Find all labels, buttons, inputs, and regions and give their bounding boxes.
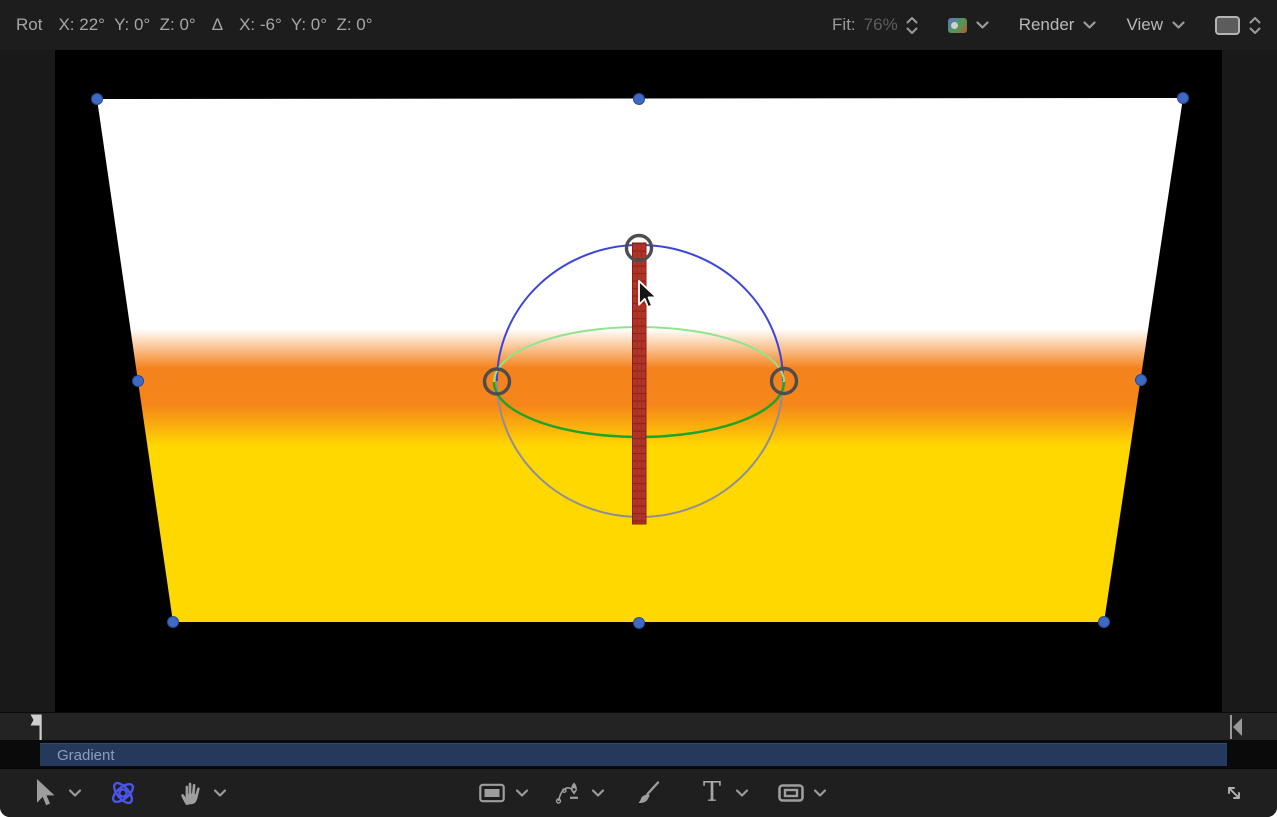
chevron-down-icon <box>516 789 529 798</box>
select-arrow-tool[interactable] <box>34 769 56 817</box>
rectangle-mask-tool[interactable] <box>778 769 805 817</box>
chevron-down-icon <box>592 789 605 798</box>
rotation-label: Rot <box>16 15 42 35</box>
select-arrow-icon <box>34 778 56 808</box>
canvas-status-bar: Rot X: 22° Y: 0° Z: 0° Δ X: -6° Y: 0° Z:… <box>0 0 1277 50</box>
canvas-toolbar: T <box>0 768 1277 817</box>
handle-bottom-center[interactable] <box>634 618 645 629</box>
handle-bottom-left[interactable] <box>168 617 179 628</box>
pan-hand-tool[interactable] <box>178 769 202 817</box>
text-tool[interactable]: T <box>703 769 721 817</box>
mask-tool-dropdown[interactable] <box>814 769 827 817</box>
zoom-level-control[interactable]: Fit: 76% <box>832 15 918 35</box>
rotation-readout: Rot X: 22° Y: 0° Z: 0° Δ X: -6° Y: 0° Z:… <box>16 15 373 35</box>
motion-canvas-window: Rot X: 22° Y: 0° Z: 0° Δ X: -6° Y: 0° Z:… <box>0 0 1277 817</box>
chevron-down-icon <box>1083 21 1096 30</box>
paintbrush-icon <box>635 780 661 806</box>
render-menu[interactable]: Render <box>1019 15 1097 35</box>
rotation-delta-values: X: -6° Y: 0° Z: 0° <box>239 15 372 35</box>
chevron-down-icon <box>976 21 989 30</box>
rectangle-shape-tool[interactable] <box>479 769 506 817</box>
rectangle-shape-icon <box>479 781 506 805</box>
timeline-end-marker[interactable] <box>1222 713 1248 740</box>
clip-label: Gradient <box>40 747 115 764</box>
mini-timeline-ruler[interactable] <box>0 712 1277 740</box>
paint-stroke-tool[interactable] <box>635 769 661 817</box>
chevron-down-icon <box>1172 21 1185 30</box>
3d-transform-tool[interactable] <box>108 769 138 817</box>
handle-top-left[interactable] <box>92 94 103 105</box>
expand-arrows-icon <box>1222 781 1246 805</box>
handle-bottom-right[interactable] <box>1099 617 1110 628</box>
bezier-pen-icon <box>555 780 581 806</box>
gradient-clip-bar[interactable]: Gradient <box>40 743 1227 766</box>
delta-symbol: Δ <box>212 15 223 35</box>
bezier-pen-tool[interactable] <box>555 769 581 817</box>
text-tool-glyph: T <box>703 769 721 817</box>
handle-middle-right[interactable] <box>1136 375 1147 386</box>
chevron-down-icon <box>69 789 82 798</box>
layout-swatch-icon <box>1215 16 1240 35</box>
zoom-percentage: 76% <box>864 15 898 35</box>
zoom-fit-label: Fit: <box>832 15 856 35</box>
render-menu-label: Render <box>1019 15 1075 35</box>
handle-middle-left[interactable] <box>133 376 144 387</box>
stepper-icon[interactable] <box>906 16 918 35</box>
mini-timeline-track: Gradient <box>0 740 1277 768</box>
window-layout-control[interactable] <box>1215 16 1261 35</box>
select-tool-dropdown[interactable] <box>69 769 82 817</box>
rectangle-mask-icon <box>778 781 805 805</box>
stepper-icon <box>1249 16 1261 35</box>
view-menu[interactable]: View <box>1126 15 1185 35</box>
3d-transform-orbit-icon <box>108 778 138 808</box>
pen-tool-dropdown[interactable] <box>592 769 605 817</box>
handle-top-right[interactable] <box>1178 93 1189 104</box>
chevron-down-icon <box>214 789 227 798</box>
shape-tool-dropdown[interactable] <box>516 769 529 817</box>
expand-canvas-control[interactable] <box>1222 769 1246 817</box>
playhead-marker[interactable] <box>30 714 44 741</box>
rotation-values: X: 22° Y: 0° Z: 0° <box>58 15 195 35</box>
chevron-down-icon <box>814 789 827 798</box>
handle-top-center[interactable] <box>634 94 645 105</box>
chevron-down-icon <box>736 789 749 798</box>
view-menu-label: View <box>1126 15 1163 35</box>
pan-tool-dropdown[interactable] <box>214 769 227 817</box>
canvas-viewport[interactable] <box>0 50 1277 712</box>
hand-icon <box>178 780 202 806</box>
channels-popup[interactable] <box>948 18 989 33</box>
text-tool-dropdown[interactable] <box>736 769 749 817</box>
channels-thumbnail-icon <box>948 18 967 33</box>
